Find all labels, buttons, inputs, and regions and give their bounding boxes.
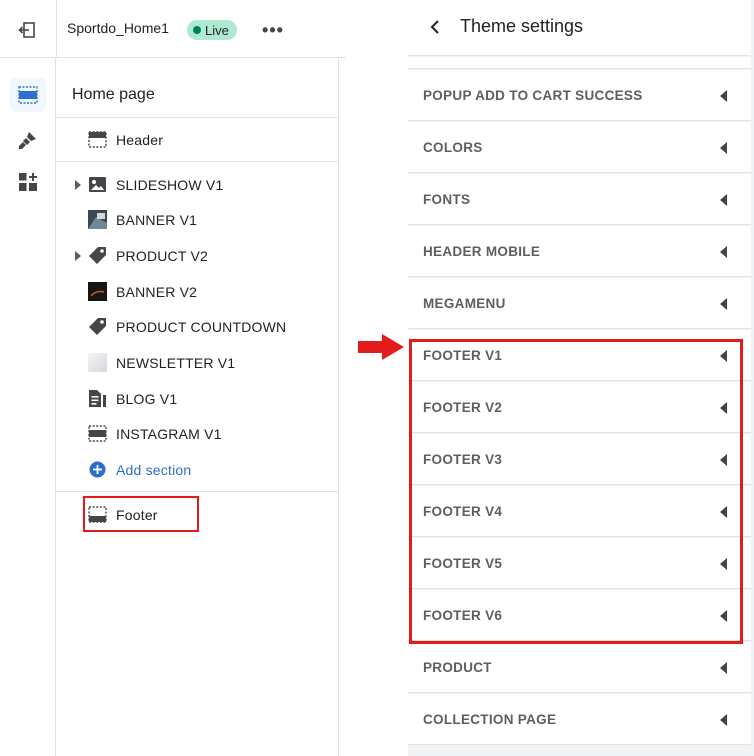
caret-left-icon xyxy=(720,90,727,102)
status-badge: Live xyxy=(187,20,237,40)
layout-icon xyxy=(88,425,107,442)
footer-settings-highlight-box xyxy=(409,339,743,644)
editor-topbar: Sportdo_Home1 Live ••• xyxy=(0,0,346,58)
setting-item-label: PRODUCT xyxy=(423,660,492,675)
live-dot-icon xyxy=(193,26,201,34)
caret-left-icon xyxy=(720,662,727,674)
plus-circle-icon xyxy=(89,461,106,478)
section-item-product-countdown[interactable]: PRODUCT COUNTDOWN xyxy=(72,312,338,342)
back-button[interactable] xyxy=(425,16,445,38)
caret-left-icon xyxy=(720,194,727,206)
setting-item-label: FONTS xyxy=(423,192,471,207)
header-layout-icon xyxy=(88,131,107,148)
pointer-arrow-icon xyxy=(358,334,404,360)
divider xyxy=(56,117,338,118)
caret-left-icon xyxy=(720,142,727,154)
tag-icon xyxy=(89,318,106,335)
divider xyxy=(56,161,338,162)
sections-icon xyxy=(18,86,38,104)
brush-icon xyxy=(19,132,36,149)
sidebar-rail xyxy=(0,0,56,756)
section-item-header[interactable]: Header xyxy=(72,125,338,155)
setting-item-label: COLORS xyxy=(423,140,483,155)
section-item-label: PRODUCT V2 xyxy=(116,248,208,264)
caret-left-icon xyxy=(720,246,727,258)
expand-caret-icon[interactable] xyxy=(75,180,81,190)
rail-theme-settings-button[interactable] xyxy=(10,123,46,157)
add-section-button[interactable]: Add section xyxy=(72,455,338,485)
section-item-label: BLOG V1 xyxy=(116,391,178,407)
image-icon xyxy=(89,177,106,192)
rail-sections-button[interactable] xyxy=(10,78,46,112)
banner-thumbnail xyxy=(88,210,107,229)
section-item-banner-v1[interactable]: BANNER V1 xyxy=(72,205,338,235)
setting-item-label: POPUP ADD TO CART SUCCESS xyxy=(423,88,643,103)
add-section-label: Add section xyxy=(116,462,192,478)
store-name: Sportdo_Home1 xyxy=(67,20,169,36)
section-item-newsletter-v1[interactable]: NEWSLETTER V1 xyxy=(72,348,338,378)
exit-icon xyxy=(18,22,35,38)
expand-caret-icon[interactable] xyxy=(75,251,81,261)
more-actions-button[interactable]: ••• xyxy=(262,20,284,40)
topbar-divider xyxy=(56,0,57,58)
section-item-slideshow-v1[interactable]: SLIDESHOW V1 xyxy=(72,170,338,200)
blog-icon xyxy=(89,390,106,407)
divider xyxy=(56,491,338,492)
theme-settings-strip xyxy=(408,57,751,69)
panel-gutter xyxy=(339,58,346,756)
section-item-label: Header xyxy=(116,132,164,148)
tag-icon xyxy=(89,247,106,264)
caret-left-icon xyxy=(720,298,727,310)
section-item-label: NEWSLETTER V1 xyxy=(116,355,236,371)
setting-item-product[interactable]: PRODUCT xyxy=(408,642,751,693)
setting-item-header-mobile[interactable]: HEADER MOBILE xyxy=(408,226,751,277)
setting-item-popup-add-to-cart-success[interactable]: POPUP ADD TO CART SUCCESS xyxy=(408,70,751,121)
setting-item-fonts[interactable]: FONTS xyxy=(408,174,751,225)
section-item-label: SLIDESHOW V1 xyxy=(116,177,224,193)
section-item-label: BANNER V1 xyxy=(116,212,198,228)
section-item-product-v2[interactable]: PRODUCT V2 xyxy=(72,241,338,271)
banner-thumbnail-dark xyxy=(88,282,107,301)
section-item-label: BANNER V2 xyxy=(116,284,198,300)
section-item-label: PRODUCT COUNTDOWN xyxy=(116,319,287,335)
panel-title: Theme settings xyxy=(460,16,584,36)
newsletter-thumbnail xyxy=(88,353,107,372)
exit-button[interactable] xyxy=(14,18,40,42)
section-item-instagram-v1[interactable]: INSTAGRAM V1 xyxy=(72,419,338,449)
section-item-blog-v1[interactable]: BLOG V1 xyxy=(72,384,338,414)
setting-item-label: HEADER MOBILE xyxy=(423,244,541,259)
setting-item-megamenu[interactable]: MEGAMENU xyxy=(408,278,751,329)
footer-highlight-box xyxy=(83,496,199,532)
setting-item-label: MEGAMENU xyxy=(423,296,506,311)
page-title: Home page xyxy=(72,86,155,103)
chevron-left-icon xyxy=(430,20,439,34)
setting-item-label: COLLECTION PAGE xyxy=(423,712,557,727)
setting-item-collection-page[interactable]: COLLECTION PAGE xyxy=(408,694,751,745)
caret-left-icon xyxy=(720,714,727,726)
status-badge-label: Live xyxy=(205,22,229,38)
section-item-label: INSTAGRAM V1 xyxy=(116,426,222,442)
apps-add-icon xyxy=(19,173,37,191)
rail-apps-button[interactable] xyxy=(10,165,46,199)
section-item-banner-v2[interactable]: BANNER V2 xyxy=(72,277,338,307)
setting-item-colors[interactable]: COLORS xyxy=(408,122,751,173)
